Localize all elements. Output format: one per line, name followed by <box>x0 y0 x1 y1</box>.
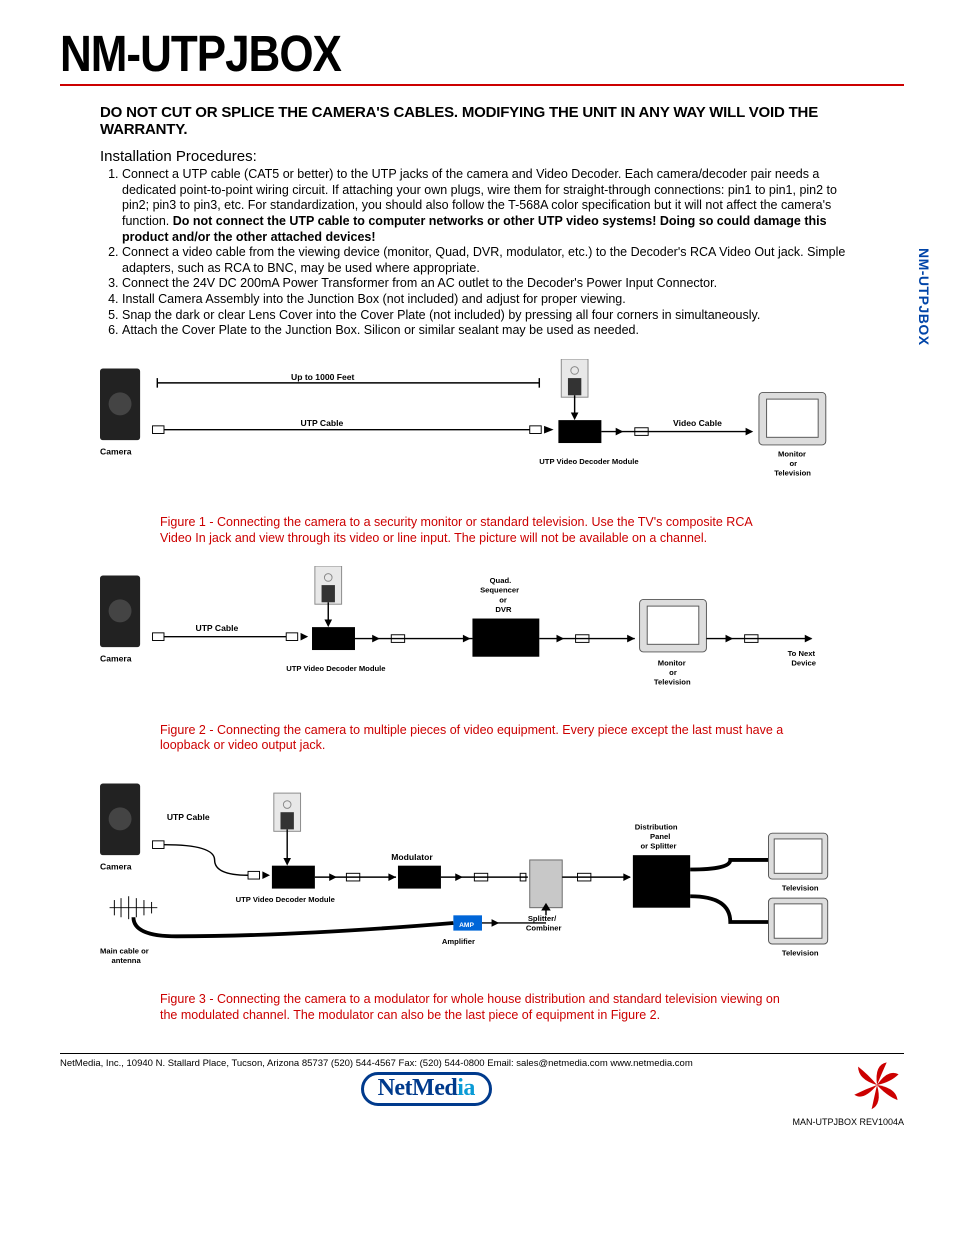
f2-quad-l3: or <box>499 596 507 605</box>
page-title: NM-UTPJBOX <box>60 26 904 84</box>
f3-decoder-label: UTP Video Decoder Module <box>236 895 335 904</box>
f1-decoder-label: UTP Video Decoder Module <box>539 457 638 466</box>
install-header: Installation Procedures: <box>100 148 864 165</box>
pinwheel-icon <box>850 1058 904 1112</box>
f2-mon-l3: Television <box>654 678 691 687</box>
figure-1-caption: Figure 1 - Connecting the camera to a se… <box>100 511 864 558</box>
f3-tv1-label: Television <box>782 883 819 892</box>
f3-camera-label: Camera <box>100 861 132 871</box>
f3-modulator-label: Modulator <box>391 852 433 862</box>
figure-2-caption: Figure 2 - Connecting the camera to mult… <box>100 719 864 766</box>
f1-monitor-l3: Television <box>774 468 811 477</box>
step-4: Install Camera Assembly into the Junctio… <box>122 292 864 308</box>
antenna-icon <box>110 896 158 919</box>
netmedia-logo: NetMedia <box>361 1072 492 1106</box>
f1-utp-label: UTP Cable <box>301 418 344 428</box>
figure-2-diagram: Camera UTP Cable UTP Video Decoder Modul… <box>100 566 864 709</box>
f3-ant-l1: Main cable or <box>100 946 149 955</box>
side-tab: NM-UTPJBOX <box>916 248 932 346</box>
f1-monitor-l1: Monitor <box>778 449 806 458</box>
f2-quad-l1: Quad. <box>490 577 512 586</box>
f3-tv2-label: Television <box>782 948 819 957</box>
revision-label: MAN-UTPJBOX REV1004A <box>792 1117 904 1127</box>
figure-1-diagram: Camera Up to 1000 Feet UTP Cable UTP Vid… <box>100 359 864 502</box>
f2-quad-l4: DVR <box>495 605 512 614</box>
f1-camera-label: Camera <box>100 446 132 456</box>
step-1: Connect a UTP cable (CAT5 or better) to … <box>122 167 864 245</box>
f3-utp-label: UTP Cable <box>167 812 210 822</box>
svg-text:AMP: AMP <box>459 922 474 929</box>
f2-mon-l2: or <box>669 668 677 677</box>
f3-split-l1: Splitter/ <box>528 914 557 923</box>
footer-address: NetMedia, Inc., 10940 N. Stallard Place,… <box>60 1058 792 1069</box>
f1-distance-label: Up to 1000 Feet <box>291 372 355 382</box>
title-rule <box>60 84 904 86</box>
f2-mon-l1: Monitor <box>658 659 686 668</box>
f2-next-l1: To Next <box>788 649 816 658</box>
f3-ant-l2: antenna <box>111 956 141 965</box>
f2-quad-l2: Sequencer <box>480 586 519 595</box>
f1-vcable-label: Video Cable <box>673 418 722 428</box>
f3-dist-l1: Distribution <box>635 822 678 831</box>
footer-rule <box>60 1053 904 1054</box>
step-3: Connect the 24V DC 200mA Power Transform… <box>122 276 864 292</box>
figure-3-diagram: Camera UTP Cable UTP Video Decoder Modul… <box>100 774 864 979</box>
step-6: Attach the Cover Plate to the Junction B… <box>122 323 864 339</box>
f2-utp-label: UTP Cable <box>196 623 239 633</box>
step-2: Connect a video cable from the viewing d… <box>122 245 864 276</box>
f3-dist-l2: Panel <box>650 832 670 841</box>
figure-3-caption: Figure 3 - Connecting the camera to a mo… <box>100 988 864 1035</box>
f2-next-l2: Device <box>791 659 816 668</box>
f2-camera-label: Camera <box>100 654 132 664</box>
step-5: Snap the dark or clear Lens Cover into t… <box>122 308 864 324</box>
f3-split-l2: Combiner <box>526 923 562 932</box>
warranty-warning: DO NOT CUT OR SPLICE THE CAMERA'S CABLES… <box>100 104 864 138</box>
f2-decoder-label: UTP Video Decoder Module <box>286 664 385 673</box>
install-steps: Connect a UTP cable (CAT5 or better) to … <box>100 167 864 339</box>
f1-monitor-l2: or <box>790 459 798 468</box>
f3-dist-l3: or Splitter <box>641 841 677 850</box>
f3-amp-label: Amplifier <box>442 937 475 946</box>
